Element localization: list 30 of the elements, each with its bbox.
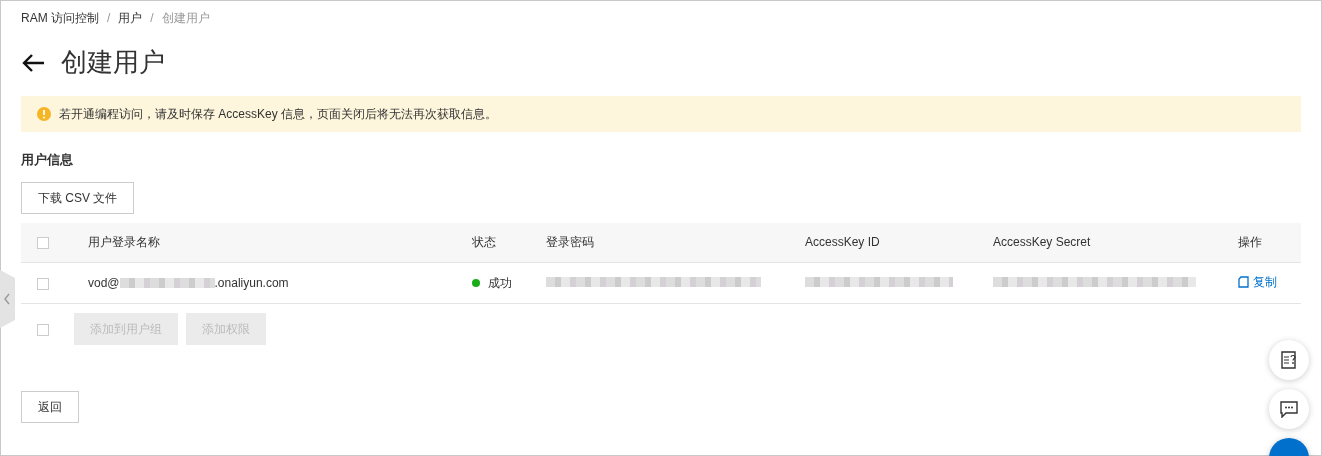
breadcrumb-link[interactable]: 用户 bbox=[118, 9, 143, 27]
status-text: 成功 bbox=[488, 275, 512, 292]
email-text: .onaliyun.com bbox=[214, 275, 289, 292]
checkbox[interactable] bbox=[37, 277, 49, 290]
back-arrow-icon[interactable] bbox=[21, 52, 45, 73]
column-header: AccessKey Secret bbox=[993, 235, 1091, 250]
breadcrumb-link[interactable]: RAM 访问控制 bbox=[21, 9, 99, 27]
download-csv-button[interactable]: 下载 CSV 文件 bbox=[21, 181, 135, 214]
checkbox[interactable] bbox=[37, 237, 49, 250]
chat-button[interactable] bbox=[1269, 389, 1309, 429]
column-header: 登录密码 bbox=[546, 235, 594, 250]
column-header: AccessKey ID bbox=[805, 235, 880, 250]
column-header: 用户登录名称 bbox=[88, 235, 160, 250]
checkbox[interactable] bbox=[37, 323, 49, 336]
help-document-button[interactable] bbox=[1269, 340, 1309, 380]
section-title: 用户信息 bbox=[21, 151, 74, 169]
copy-link[interactable]: 复制 bbox=[1238, 273, 1277, 291]
back-button[interactable]: 返回 bbox=[21, 391, 79, 423]
breadcrumb-separator: / bbox=[150, 10, 154, 27]
email-text: vod@ bbox=[88, 275, 120, 292]
column-header: 操作 bbox=[1238, 235, 1262, 250]
alert-text: 若开通编程访问，请及时保存 AccessKey 信息，页面关闭后将无法再次获取信息。 bbox=[59, 106, 498, 123]
copy-icon bbox=[1238, 276, 1249, 288]
breadcrumb-separator: / bbox=[107, 10, 111, 27]
column-header: 状态 bbox=[472, 235, 496, 250]
document-question-icon bbox=[1280, 351, 1298, 369]
page-title: 创建用户 bbox=[61, 46, 165, 79]
chat-bubble-icon bbox=[1280, 400, 1298, 418]
warning-icon bbox=[37, 107, 51, 121]
chevron-left-icon bbox=[3, 293, 11, 305]
